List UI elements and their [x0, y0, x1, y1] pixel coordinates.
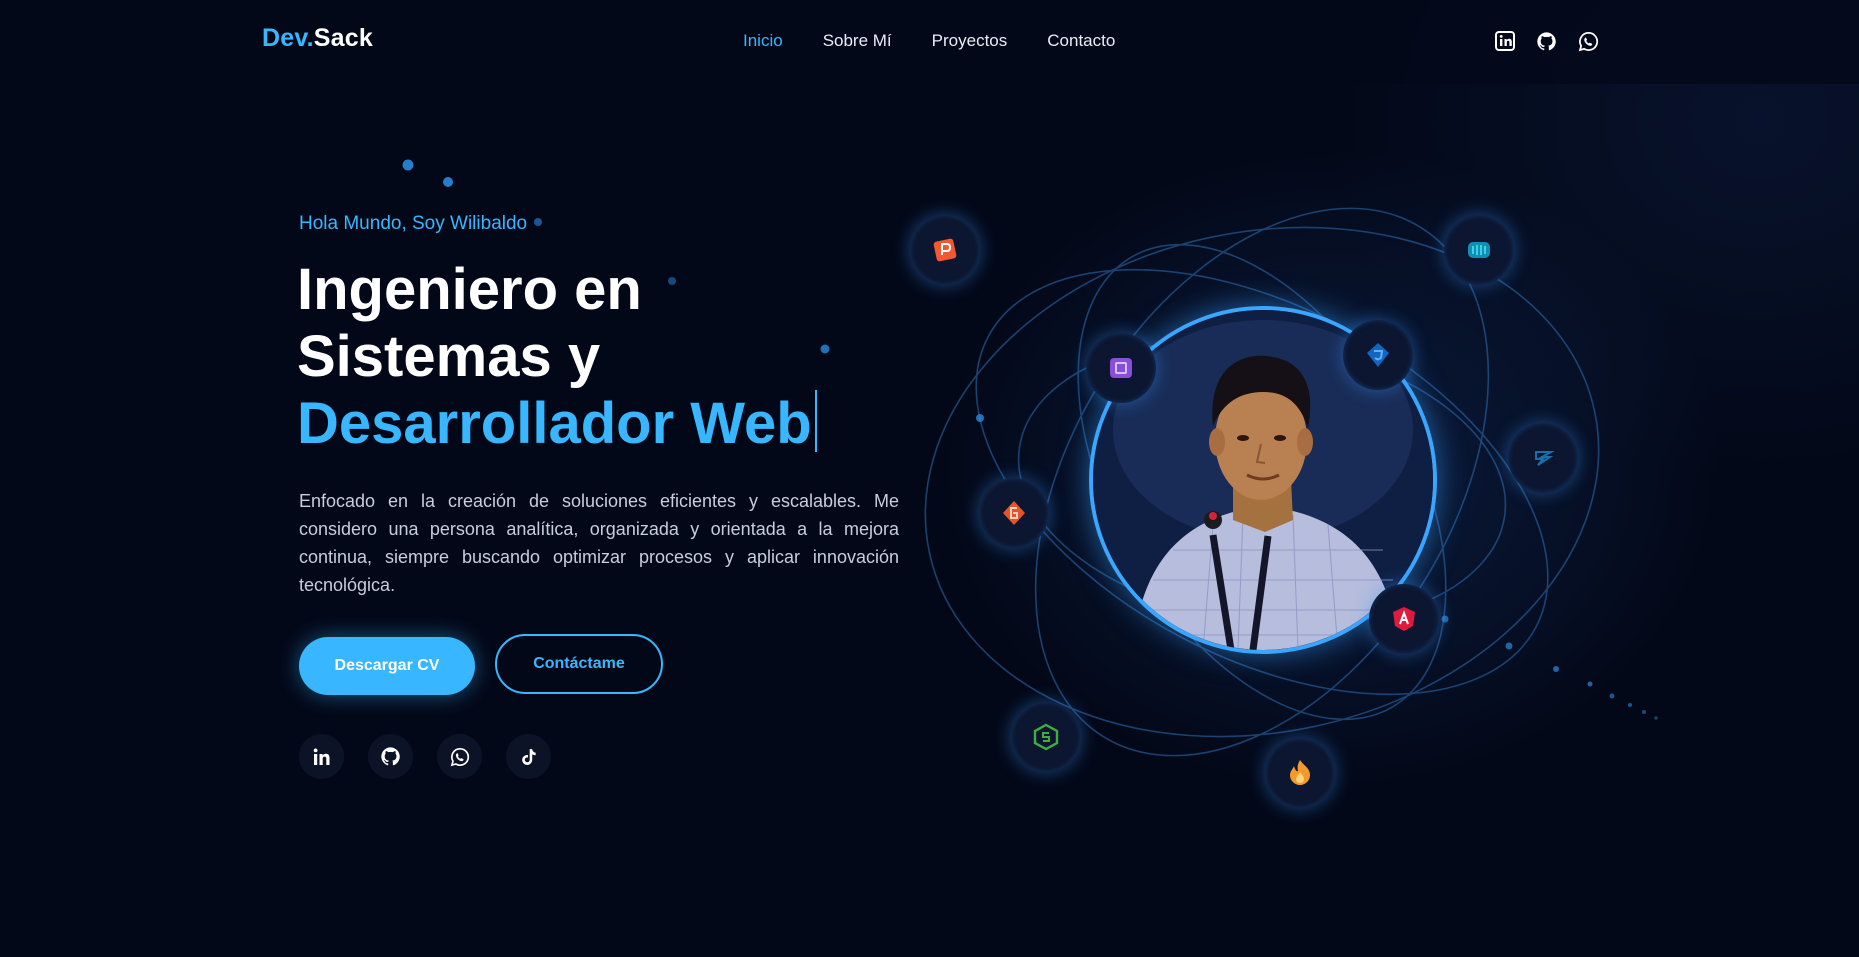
- tailwind-icon: [1444, 215, 1514, 285]
- springboot-icon: [1011, 702, 1081, 772]
- visual-studio-icon: [1086, 333, 1156, 403]
- database-icon: [1508, 423, 1578, 493]
- codeigniter-icon: [979, 478, 1049, 548]
- html5-icon: [1343, 320, 1413, 390]
- laravel-icon: [1265, 738, 1335, 808]
- orbit-rings: [402, 159, 1658, 757]
- angular-icon: [1369, 584, 1439, 654]
- postman-icon: [910, 215, 980, 285]
